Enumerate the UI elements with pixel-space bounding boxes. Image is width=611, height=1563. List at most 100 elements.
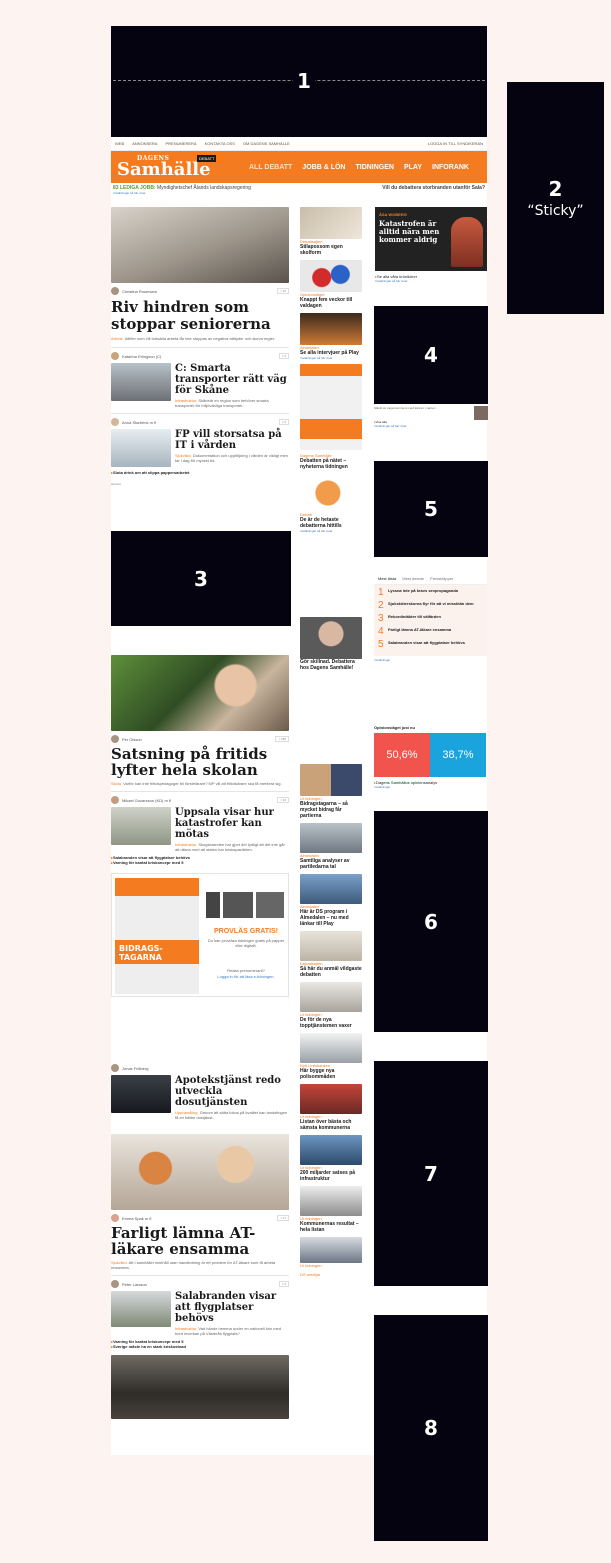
article-3-image[interactable] <box>111 429 171 467</box>
side-item-11[interactable]: Ur tidningen De för de nya topptjänsteme… <box>300 1012 362 1029</box>
side-item-4[interactable]: Dagens Samhälle Debatten på nätet – nyhe… <box>300 453 362 470</box>
topnav-item-om[interactable]: OM DAGENS SAMHÄLLE <box>243 141 290 146</box>
article-4-image[interactable] <box>111 655 289 731</box>
article-2-title[interactable]: C: Smarta transporter rätt väg för Skåne <box>175 363 289 396</box>
nav-all-debatt[interactable]: ALL DEBATT <box>249 164 292 171</box>
side-item-8[interactable]: Almedalen Samtliga analyser av partileda… <box>300 853 362 870</box>
side-item-7[interactable]: Ur tidningen Bidragstagarna – så mycket … <box>300 796 362 819</box>
share-button[interactable]: < 0 <box>278 419 289 425</box>
article-5-title[interactable]: Uppsala visar hur katastrofer kan mötas <box>175 807 289 840</box>
side-item-13-image[interactable] <box>300 1084 362 1114</box>
nav-tidningen[interactable]: TIDNINGEN <box>355 164 394 171</box>
article-7-author[interactable]: Emma Spak m fl <box>122 1216 151 1221</box>
article-2-author[interactable]: Katarina Erlingson (C) <box>122 354 161 359</box>
lead-byline-name[interactable]: Christina Rosenlam <box>122 289 157 294</box>
list-item[interactable]: 1 Lyssna inte på kravs sexpropaganda <box>378 588 483 598</box>
side-item-13[interactable]: Ur tidningen Listan över bästa och sämst… <box>300 1114 362 1131</box>
nav-play[interactable]: PLAY <box>404 164 422 171</box>
ad-slot-6[interactable]: 6 <box>374 811 488 1032</box>
ad-slot-8[interactable]: 8 <box>374 1315 488 1541</box>
side-item-17[interactable]: DS avslöjar <box>300 1272 362 1277</box>
topnav-item-annonsera[interactable]: ANNONSERA <box>132 141 157 146</box>
article-7-image[interactable] <box>111 1134 289 1210</box>
nav-inforank[interactable]: INFORANK <box>432 164 469 171</box>
article-6-image[interactable] <box>111 1075 171 1113</box>
side-item-16[interactable]: Ur tidningen <box>300 1263 362 1268</box>
side-item-6-image[interactable] <box>300 617 362 659</box>
columnists-settings[interactable]: Installningar så här visar <box>375 279 487 283</box>
side-item-3-settings[interactable]: Installningar så här visar <box>300 356 362 360</box>
share-button[interactable]: < 185 <box>275 736 289 742</box>
topnav-item-kontakta[interactable]: KONTAKTA OSS <box>205 141 235 146</box>
ad-slot-2-sticky[interactable]: 2 “Sticky” <box>507 82 604 314</box>
share-button[interactable]: < 0 <box>278 1281 289 1287</box>
jobs-settings-link[interactable]: Installningar så här visar <box>113 191 251 195</box>
snippet-text[interactable]: Släckt av vaga kommuns med känner i vant… <box>374 406 471 420</box>
list-item[interactable]: 4 Farligt lämna AT-läkare ensamma <box>378 627 483 637</box>
side-item-9[interactable]: Almedalen Här är DS program i Almedalen … <box>300 904 362 927</box>
article-3-author[interactable]: Anna Starbrink m fl <box>122 420 156 425</box>
article-6-title[interactable]: Apotekstjänst redo utveckla dosutjänsten <box>175 1075 289 1108</box>
columnist-promo[interactable]: ÅSA WOBERG Katastrofen är alltid nära me… <box>375 207 487 271</box>
ad-slot-7[interactable]: 7 <box>374 1061 488 1286</box>
side-item-10[interactable]: Debattsajten Så här du anmäl vildgaste d… <box>300 961 362 978</box>
poll-bars[interactable]: 50,6% 38,7% <box>374 733 486 777</box>
share-button[interactable]: < 0 <box>278 353 289 359</box>
most-read-settings[interactable]: Installningar <box>374 656 487 664</box>
side-item-9-image[interactable] <box>300 874 362 904</box>
tab-press[interactable]: Presskläpper <box>430 576 453 581</box>
article-5-image[interactable] <box>111 807 171 845</box>
article-8-title[interactable]: Salabranden visar att flygplatser behövs <box>175 1291 289 1324</box>
side-item-8-image[interactable] <box>300 823 362 853</box>
share-button[interactable]: < 10 <box>277 797 289 803</box>
side-item-15[interactable]: Ur tidningen Kommunernas resultat – hela… <box>300 1216 362 1233</box>
side-item-1-image[interactable] <box>300 207 362 239</box>
article-8-author[interactable]: Peter Larsson <box>122 1282 147 1287</box>
magazine-cover[interactable] <box>300 364 362 450</box>
jobs-ticker-text[interactable]: Myndighetschef Ålands landskapsregering <box>157 185 251 191</box>
share-button[interactable]: < 10 <box>277 288 289 294</box>
login-link[interactable]: LOGGA IN TILL SYNDIKERAN <box>428 141 483 146</box>
article-7-title[interactable]: Farligt lämna AT-läkare ensamma <box>111 1225 289 1257</box>
ad-slot-5[interactable]: 5 <box>374 461 488 557</box>
article-8-link-2[interactable]: Sverige måste ha en stark kriskostnad <box>111 1344 289 1349</box>
article-3-title[interactable]: FP vill storsatsa på IT i vården <box>175 429 289 451</box>
article-3-related-link[interactable]: Sluta drink om att slippa pappersarbetet <box>111 470 289 475</box>
topnav-item-prenumerera[interactable]: PRENUMERERA <box>165 141 196 146</box>
side-item-10-image[interactable] <box>300 931 362 961</box>
article-2-image[interactable] <box>111 363 171 401</box>
ad-slot-1[interactable]: 1 <box>111 26 487 137</box>
side-item-2-image[interactable] <box>300 260 362 292</box>
article-5-author[interactable]: Mikael Gozarsson (KD) m fl <box>122 798 171 803</box>
list-item[interactable]: 2 Sjuksköterskorna flyr för att vi misskt… <box>378 601 483 611</box>
article-5-link-2[interactable]: Varning för kantat kriskoncepr med 5 <box>111 860 289 865</box>
side-item-5-image[interactable] <box>300 474 362 512</box>
tab-most-shared[interactable]: Mest delade <box>402 576 424 581</box>
topnav-item-web[interactable]: WEB <box>115 141 124 146</box>
promo-login-link[interactable]: Logga in för att läsa e-tidningen. <box>206 974 286 979</box>
show-all-settings[interactable]: Installningar så här visar <box>374 424 488 428</box>
side-item-12[interactable]: Nytt i Infobanken Här bygge nya polisomm… <box>300 1063 362 1080</box>
poll-settings[interactable]: Installningar <box>374 785 487 789</box>
side-item-2[interactable]: Opinionsläget Knappt fem veckor till val… <box>300 292 362 309</box>
tab-most-read[interactable]: Mest lästa <box>378 576 396 581</box>
article-9-image[interactable] <box>111 1355 289 1419</box>
side-item-11-image[interactable] <box>300 982 362 1012</box>
side-item-7-image[interactable] <box>300 764 362 796</box>
article-4-title[interactable]: Satsning på fritids lyfter hela skolan <box>111 746 289 778</box>
list-item[interactable]: 5 Salabranden visar att flygplatser behöv… <box>378 640 483 650</box>
side-item-3[interactable]: Almedalen Se alla intervjuer på Play Ins… <box>300 345 362 360</box>
lead-article-image[interactable] <box>111 207 289 283</box>
nav-jobb-lon[interactable]: JOBB & LÖN <box>302 164 345 171</box>
side-item-15-image[interactable] <box>300 1186 362 1216</box>
side-item-3-image[interactable] <box>300 313 362 345</box>
article-8-image[interactable] <box>111 1291 171 1327</box>
article-4-author[interactable]: Per Olsson <box>122 737 142 742</box>
side-item-1[interactable]: Debattsajten Stilapossom egen skolform <box>300 239 362 256</box>
lead-article-title[interactable]: Riv hindren som stoppar seniorerna <box>111 299 289 333</box>
side-item-14-image[interactable] <box>300 1135 362 1165</box>
side-item-6[interactable]: Gör skillnad. Debattera hos Dagens Samhä… <box>300 659 362 671</box>
debate-prompt-link[interactable]: Vill du debattera storbranden utanför Sa… <box>382 185 485 195</box>
subscription-promo[interactable]: BIDRAGS-TAGARNA PROVLÄS GRATIS! Du kan p… <box>111 873 289 997</box>
side-item-5[interactable]: Debatt De är de hetaste debatterna hitti… <box>300 512 362 533</box>
